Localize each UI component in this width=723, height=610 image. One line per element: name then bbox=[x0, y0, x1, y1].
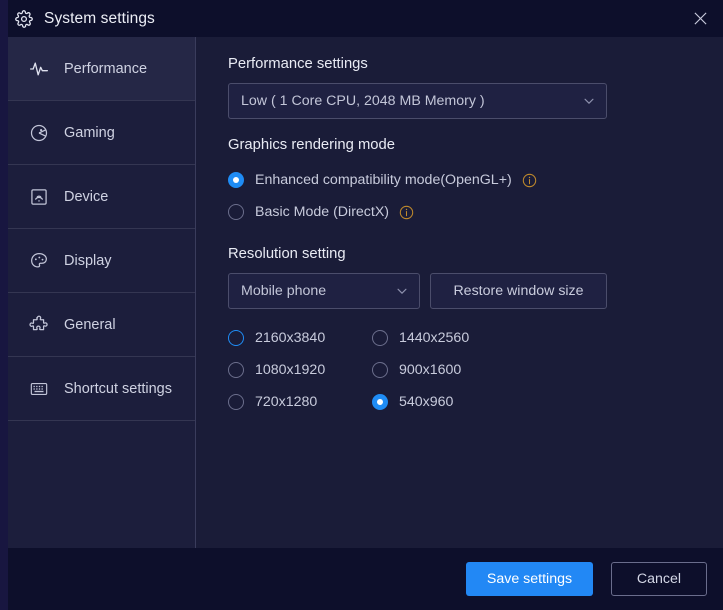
puzzle-piece-icon bbox=[28, 314, 50, 336]
performance-dropdown[interactable]: Low ( 1 Core CPU, 2048 MB Memory ) bbox=[228, 83, 607, 119]
save-settings-button[interactable]: Save settings bbox=[466, 562, 593, 596]
settings-content: Performance settings Low ( 1 Core CPU, 2… bbox=[197, 37, 723, 548]
activity-pulse-icon bbox=[28, 58, 50, 80]
system-settings-window: System settings Performance Gaming Devic… bbox=[0, 0, 723, 610]
radio-resolution-540x960[interactable]: 540x960 bbox=[372, 386, 516, 418]
radio-resolution-1080x1920[interactable]: 1080x1920 bbox=[228, 354, 372, 386]
info-icon[interactable] bbox=[522, 173, 537, 188]
sidebar-item-gaming[interactable]: Gaming bbox=[8, 101, 195, 165]
info-icon[interactable] bbox=[399, 205, 414, 220]
radio-resolution-2160x3840[interactable]: 2160x3840 bbox=[228, 322, 372, 354]
performance-section-title: Performance settings bbox=[228, 56, 368, 72]
sidebar-item-label: Gaming bbox=[64, 124, 115, 141]
radio-indicator bbox=[372, 330, 388, 346]
resolution-options-grid: 2160x3840 1440x2560 1080x1920 900x1600 7… bbox=[228, 322, 723, 418]
resolution-controls: Mobile phone Restore window size bbox=[228, 273, 723, 309]
sidebar-item-label: Display bbox=[64, 252, 112, 269]
sidebar-filler bbox=[8, 421, 195, 484]
restore-window-size-button[interactable]: Restore window size bbox=[430, 273, 607, 309]
radio-label: 1080x1920 bbox=[255, 362, 326, 378]
close-icon[interactable] bbox=[678, 0, 723, 37]
radio-directx-mode[interactable]: Basic Mode (DirectX) bbox=[228, 196, 723, 228]
radio-label: 900x1600 bbox=[399, 362, 462, 378]
radio-resolution-720x1280[interactable]: 720x1280 bbox=[228, 386, 372, 418]
radio-label: 720x1280 bbox=[255, 394, 318, 410]
sidebar: Performance Gaming Device Display Genera… bbox=[8, 37, 196, 548]
chevron-down-icon bbox=[395, 284, 409, 298]
sidebar-item-shortcut-settings[interactable]: Shortcut settings bbox=[8, 357, 195, 421]
radio-label: Enhanced compatibility mode(OpenGL+) bbox=[255, 172, 512, 188]
graphics-section-title: Graphics rendering mode bbox=[228, 137, 395, 153]
device-monitor-icon bbox=[28, 186, 50, 208]
radio-resolution-1440x2560[interactable]: 1440x2560 bbox=[372, 322, 516, 354]
sidebar-item-performance[interactable]: Performance bbox=[8, 37, 195, 101]
sidebar-item-label: General bbox=[64, 316, 116, 333]
palette-icon bbox=[28, 250, 50, 272]
radio-indicator bbox=[228, 362, 244, 378]
radio-indicator bbox=[228, 394, 244, 410]
performance-dropdown-value: Low ( 1 Core CPU, 2048 MB Memory ) bbox=[241, 93, 485, 109]
sidebar-item-label: Shortcut settings bbox=[64, 380, 172, 397]
radio-resolution-900x1600[interactable]: 900x1600 bbox=[372, 354, 516, 386]
window-left-edge bbox=[0, 0, 8, 610]
radio-label: Basic Mode (DirectX) bbox=[255, 204, 390, 220]
resolution-type-dropdown[interactable]: Mobile phone bbox=[228, 273, 420, 309]
radio-label: 540x960 bbox=[399, 394, 454, 410]
dialog-footer: Save settings Cancel bbox=[8, 548, 723, 610]
sidebar-item-device[interactable]: Device bbox=[8, 165, 195, 229]
restore-window-size-label: Restore window size bbox=[453, 283, 584, 299]
resolution-type-value: Mobile phone bbox=[241, 283, 327, 299]
title-bar: System settings bbox=[8, 0, 723, 37]
radio-indicator bbox=[372, 362, 388, 378]
radio-indicator bbox=[228, 172, 244, 188]
resolution-section-title: Resolution setting bbox=[228, 246, 346, 262]
sidebar-item-display[interactable]: Display bbox=[8, 229, 195, 293]
window-title: System settings bbox=[44, 9, 155, 27]
radio-label: 2160x3840 bbox=[255, 330, 326, 346]
radio-indicator bbox=[372, 394, 388, 410]
keyboard-icon bbox=[28, 378, 50, 400]
radio-label: 1440x2560 bbox=[399, 330, 470, 346]
chevron-down-icon bbox=[582, 94, 596, 108]
gear-icon bbox=[14, 9, 34, 29]
cancel-button[interactable]: Cancel bbox=[611, 562, 707, 596]
radio-indicator bbox=[228, 330, 244, 346]
sidebar-item-label: Performance bbox=[64, 60, 148, 77]
sidebar-item-general[interactable]: General bbox=[8, 293, 195, 357]
radio-opengl-mode[interactable]: Enhanced compatibility mode(OpenGL+) bbox=[228, 164, 723, 196]
radio-indicator bbox=[228, 204, 244, 220]
gamepad-icon bbox=[28, 122, 50, 144]
sidebar-item-label: Device bbox=[64, 188, 109, 205]
